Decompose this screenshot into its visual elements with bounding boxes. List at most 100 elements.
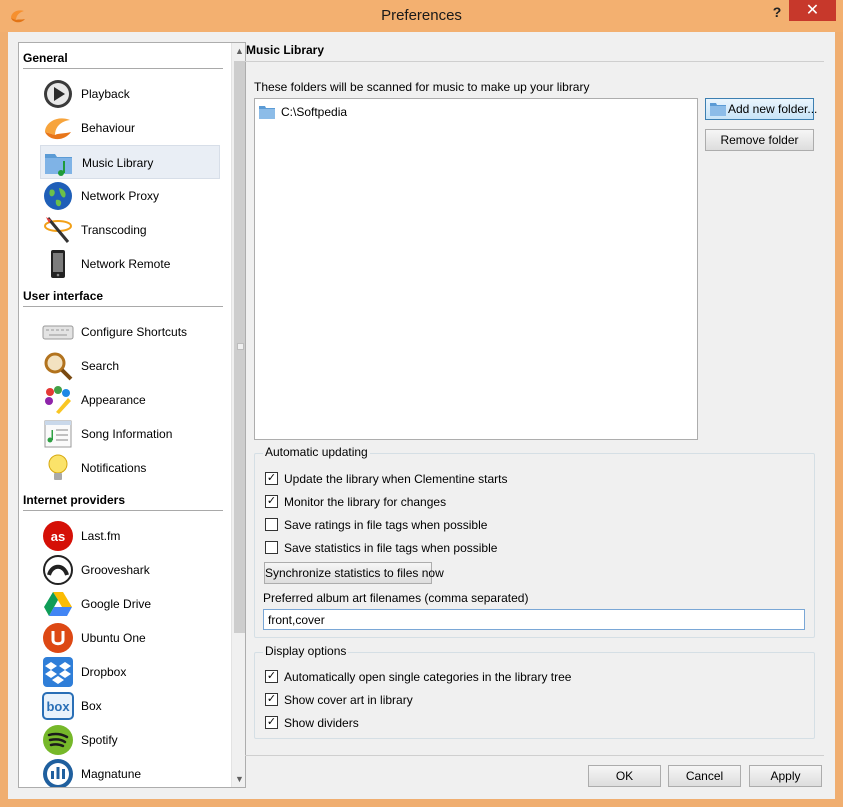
magnifier-icon: [44, 352, 73, 381]
sidebar-item-configure-shortcuts[interactable]: Configure Shortcuts: [40, 315, 220, 349]
checkbox-label: Save ratings in file tags when possible: [284, 518, 488, 532]
automatic-updating-group: Automatic updating ✓ Update the library …: [254, 445, 815, 638]
sidebar-item-ubuntu-one[interactable]: Ubuntu One: [40, 621, 220, 655]
group-internet-providers: Internet providers: [23, 489, 223, 511]
display-options-title: Display options: [263, 644, 349, 658]
box-icon: box: [42, 692, 74, 720]
checkbox-label: Show cover art in library: [284, 693, 413, 707]
group-user-interface: User interface: [23, 285, 223, 307]
palette-icon: [45, 386, 71, 414]
sidebar-item-search[interactable]: Search: [40, 349, 220, 383]
album-art-label: Preferred album art filenames (comma sep…: [263, 591, 529, 605]
folder-path: C:\Softpedia: [281, 105, 348, 119]
window-title: Preferences: [381, 7, 462, 24]
settings-sidebar: General Playback Behaviour Music Library…: [18, 42, 246, 788]
sidebar-item-grooveshark[interactable]: Grooveshark: [40, 553, 220, 587]
checkbox-box[interactable]: ✓: [265, 670, 278, 683]
checkbox-box[interactable]: ✓: [265, 495, 278, 508]
sidebar-item-label: Appearance: [81, 393, 146, 407]
title-bar[interactable]: Preferences ? ✕: [0, 0, 843, 32]
scroll-up-icon[interactable]: ▲: [232, 43, 245, 59]
album-art-input[interactable]: [263, 609, 805, 630]
library-folder-list[interactable]: C:\Softpedia: [254, 98, 698, 440]
sidebar-item-label: Magnatune: [81, 767, 142, 781]
title-divider: [245, 61, 824, 62]
sidebar-item-appearance[interactable]: Appearance: [40, 383, 220, 417]
sidebar-scrollbar[interactable]: ▲ ▼: [231, 43, 245, 787]
sidebar-item-label: Playback: [81, 87, 130, 101]
display-options-group: Display options ✓ Automatically open sin…: [254, 644, 815, 739]
sidebar-item-dropbox[interactable]: Dropbox: [40, 655, 220, 689]
sidebar-item-playback[interactable]: Playback: [40, 77, 220, 111]
globe-icon: [44, 182, 72, 210]
sidebar-item-label: Transcoding: [81, 223, 147, 237]
scrollbar-thumb[interactable]: [234, 61, 245, 633]
dropbox-icon: [43, 657, 73, 687]
spotify-icon: [43, 725, 73, 755]
phone-icon: [51, 250, 65, 278]
svg-text:box: box: [46, 699, 70, 714]
sidebar-item-label: Last.fm: [81, 529, 121, 543]
sidebar-item-label: Notifications: [81, 461, 147, 475]
sidebar-item-label: Search: [81, 359, 120, 373]
clementine-icon: [45, 118, 71, 140]
sidebar-item-network-remote[interactable]: Network Remote: [40, 247, 220, 281]
sync-statistics-button[interactable]: Synchronize statistics to files now: [264, 562, 444, 584]
sidebar-item-notifications[interactable]: Notifications: [40, 451, 220, 485]
close-button[interactable]: ✕: [789, 0, 836, 21]
lastfm-icon: as: [43, 521, 73, 551]
cancel-button[interactable]: Cancel: [668, 765, 741, 787]
checkbox-label: Automatically open single categories in …: [284, 670, 572, 684]
folder-icon: [710, 103, 726, 116]
sidebar-item-spotify[interactable]: Spotify: [40, 723, 220, 757]
preferences-window: Preferences ? ✕ General Playback Behavio…: [0, 0, 843, 807]
dialog-body: General Playback Behaviour Music Library…: [8, 32, 835, 799]
sidebar-item-network-proxy[interactable]: Network Proxy: [40, 179, 220, 213]
group-general: General: [23, 47, 223, 69]
folder-icon: [259, 106, 275, 119]
grooveshark-icon: [43, 555, 73, 585]
scroll-down-icon[interactable]: ▼: [232, 771, 245, 787]
apply-button[interactable]: Apply: [749, 765, 822, 787]
checkbox-box[interactable]: [265, 541, 278, 554]
checkbox-label: Save statistics in file tags when possib…: [284, 541, 498, 555]
sidebar-item-label: Network Proxy: [81, 189, 160, 203]
sidebar-item-behaviour[interactable]: Behaviour: [40, 111, 220, 145]
keyboard-icon: [42, 325, 74, 340]
page-title: Music Library: [246, 43, 325, 57]
sidebar-item-label: Network Remote: [81, 257, 171, 271]
sidebar-item-song-information[interactable]: Song Information: [40, 417, 220, 451]
sidebar-item-label: Dropbox: [81, 665, 127, 679]
checkbox-label: Show dividers: [284, 716, 359, 730]
sidebar-item-magnatune[interactable]: Magnatune: [40, 757, 220, 787]
google-drive-icon: [44, 592, 72, 616]
sidebar-item-label: Google Drive: [81, 597, 152, 611]
scrollbar-grip: [237, 343, 244, 350]
music-folder-icon: [45, 154, 72, 176]
add-folder-button[interactable]: Add new folder...: [705, 98, 817, 120]
help-button[interactable]: ?: [768, 4, 786, 22]
checkbox-box[interactable]: ✓: [265, 716, 278, 729]
checkbox-box[interactable]: ✓: [265, 472, 278, 485]
magnatune-icon: [43, 759, 73, 787]
checkbox-box[interactable]: ✓: [265, 693, 278, 706]
checkbox-label: Update the library when Clementine start…: [284, 472, 508, 486]
sidebar-item-label: Behaviour: [81, 121, 136, 135]
sidebar-item-box[interactable]: box Box: [40, 689, 220, 723]
sidebar-item-transcoding[interactable]: Transcoding: [40, 213, 220, 247]
sidebar-item-lastfm[interactable]: as Last.fm: [40, 519, 220, 553]
remove-folder-button[interactable]: Remove folder: [705, 129, 814, 151]
ok-button[interactable]: OK: [588, 765, 661, 787]
sidebar-item-label: Box: [81, 699, 102, 713]
ubuntu-one-icon: [43, 623, 73, 653]
sidebar-item-label: Ubuntu One: [81, 631, 146, 645]
automatic-updating-title: Automatic updating: [263, 445, 370, 459]
sidebar-item-music-library[interactable]: Music Library: [40, 145, 220, 179]
close-icon: ✕: [805, 2, 820, 19]
sidebar-item-label: Song Information: [81, 427, 173, 441]
sidebar-item-google-drive[interactable]: Google Drive: [40, 587, 220, 621]
checkbox-box[interactable]: [265, 518, 278, 531]
svg-text:as: as: [51, 529, 65, 544]
folders-description: These folders will be scanned for music …: [254, 80, 590, 94]
transcoding-icon: [44, 217, 72, 243]
